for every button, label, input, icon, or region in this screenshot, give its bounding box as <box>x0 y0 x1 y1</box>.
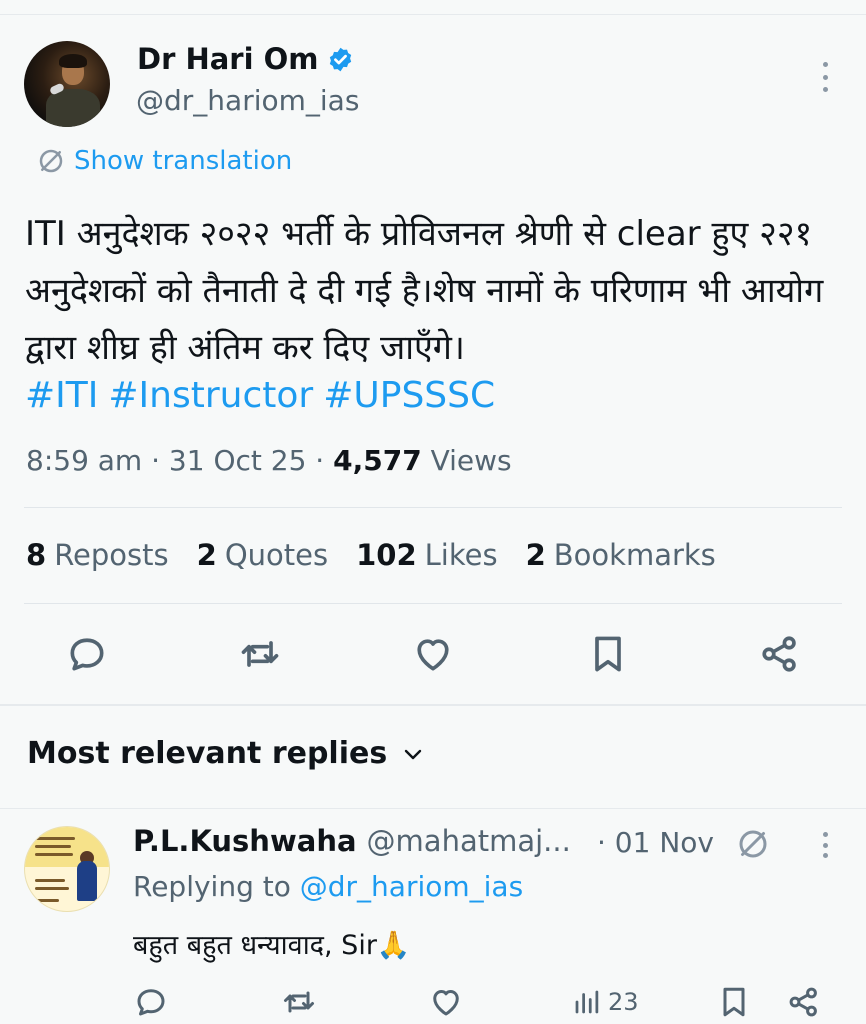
chevron-down-icon <box>405 749 422 759</box>
verified-badge-icon <box>329 47 351 71</box>
reply-more-options-icon[interactable] <box>818 832 832 858</box>
author-name-row[interactable]: Dr Hari Om <box>137 42 354 76</box>
reply-like-button[interactable] <box>428 980 464 1024</box>
reply-bookmark-button[interactable] <box>716 980 752 1024</box>
reply-author[interactable]: P.L.Kushwaha @mahatmaj... <box>133 824 571 858</box>
author-avatar[interactable] <box>24 41 110 127</box>
hashtag-link[interactable]: #Instructor <box>108 375 313 416</box>
hashtag-link[interactable]: #UPSSSC <box>323 375 495 416</box>
share-icon <box>789 987 817 1017</box>
views-icon <box>575 990 599 1014</box>
top-divider <box>0 14 866 15</box>
replies-sort-label: Most relevant replies <box>27 736 388 771</box>
replying-to-handle-link[interactable]: @dr_hariom_ias <box>300 870 523 903</box>
tweet-text: ITI अनुदेशक २०२२ भर्ती के प्रोविजनल श्रे… <box>25 214 824 368</box>
tweet-action-bar <box>0 630 866 680</box>
stats-top-divider <box>24 507 842 508</box>
reply-action-bar: 23 <box>0 980 866 1024</box>
reply-author-handle[interactable]: @mahatmaj... <box>367 824 571 858</box>
reply-text: बहुत बहुत धन्यावाद, Sir🙏 <box>133 930 411 961</box>
show-translation-label: Show translation <box>74 146 293 176</box>
engagement-stats: 8 Reposts 2 Quotes 102 Likes 2 Bookmarks <box>26 538 716 572</box>
reply-repost-button[interactable] <box>281 980 317 1024</box>
likes-stat[interactable]: 102 Likes <box>356 538 497 572</box>
reply-views-button[interactable]: 23 <box>572 980 639 1024</box>
hashtags: #ITI #Instructor #UPSSSC <box>25 375 505 416</box>
repost-icon <box>241 641 279 667</box>
bookmark-icon <box>595 636 621 672</box>
bookmarks-stat[interactable]: 2 Bookmarks <box>526 538 716 572</box>
reply-share-button[interactable] <box>786 980 822 1024</box>
views-count: 4,577 <box>333 444 422 477</box>
reply-reply-button[interactable] <box>133 980 169 1024</box>
section-divider <box>0 704 866 706</box>
reply-icon <box>137 989 165 1016</box>
repost-icon <box>284 991 314 1013</box>
reply-views-count: 23 <box>608 988 639 1016</box>
bookmark-icon <box>723 987 745 1017</box>
tweet-date: 31 Oct 25 <box>168 444 307 477</box>
quotes-stat[interactable]: 2 Quotes <box>197 538 328 572</box>
reposts-stat[interactable]: 8 Reposts <box>26 538 169 572</box>
replying-to: Replying to @dr_hariom_ias <box>133 870 524 903</box>
more-options-icon[interactable] <box>818 62 832 92</box>
heart-icon <box>417 639 449 671</box>
reply-divider <box>0 808 866 809</box>
translate-icon <box>39 149 63 173</box>
reply-icon <box>70 638 104 671</box>
reply-author-name[interactable]: P.L.Kushwaha <box>133 824 357 858</box>
tweet-meta: 8:59 am · 31 Oct 25 · 4,577 Views <box>26 444 512 477</box>
author-name[interactable]: Dr Hari Om <box>137 42 319 76</box>
replies-sort-dropdown[interactable]: Most relevant replies <box>27 736 425 771</box>
tweet-time: 8:59 am <box>26 444 143 477</box>
show-translation-link[interactable]: Show translation <box>36 146 292 176</box>
views-label: Views <box>430 444 512 477</box>
heart-icon <box>433 990 459 1016</box>
repost-button[interactable] <box>236 630 284 678</box>
translate-icon[interactable] <box>735 826 771 862</box>
share-icon <box>762 636 796 672</box>
author-handle[interactable]: @dr_hariom_ias <box>136 84 359 117</box>
like-button[interactable] <box>409 630 457 678</box>
reply-button[interactable] <box>63 630 111 678</box>
reply-avatar[interactable] <box>24 826 110 912</box>
reply-date[interactable]: · 01 Nov <box>597 826 714 859</box>
stats-bottom-divider <box>24 603 842 604</box>
bookmark-button[interactable] <box>584 630 632 678</box>
share-button[interactable] <box>756 630 804 678</box>
hashtag-link[interactable]: #ITI <box>25 375 98 416</box>
